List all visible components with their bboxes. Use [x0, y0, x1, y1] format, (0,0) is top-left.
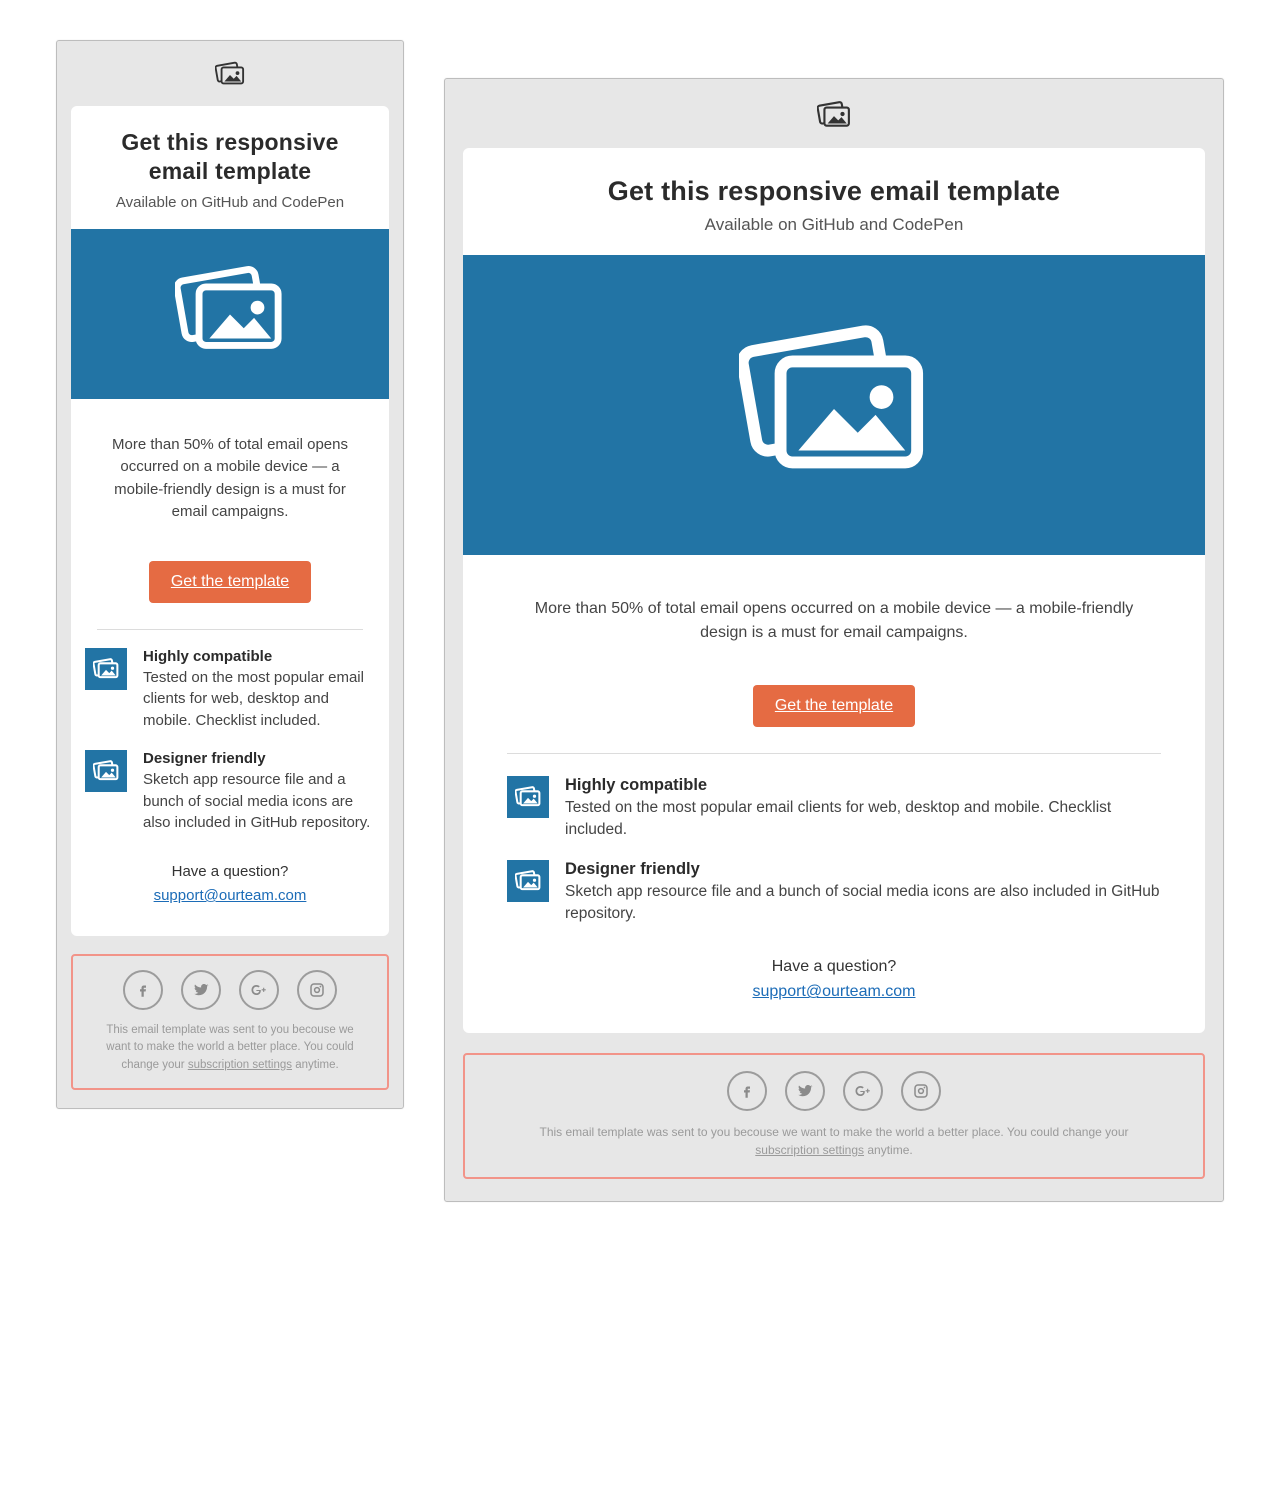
google-plus-icon[interactable]: [239, 970, 279, 1010]
photo-stack-icon: [739, 323, 929, 488]
lead-text: More than 50% of total email opens occur…: [71, 414, 389, 538]
title: Get this responsive email template: [93, 128, 367, 186]
photo-stack-icon: [817, 101, 851, 134]
feature-title: Designer friendly: [565, 860, 1161, 879]
twitter-icon[interactable]: [181, 970, 221, 1010]
footer-disclaimer: This email template was sent to you beco…: [98, 1022, 363, 1074]
photo-stack-icon: [175, 265, 285, 362]
feature-item: Highly compatible Tested on the most pop…: [507, 776, 1161, 842]
feature-item: Designer friendly Sketch app resource fi…: [507, 860, 1161, 926]
desktop-preview: Get this responsive email template Avail…: [444, 78, 1224, 1202]
feature-body: Tested on the most popular email clients…: [565, 797, 1161, 842]
email-card: Get this responsive email template Avail…: [463, 148, 1205, 1033]
support-block: Have a question? support@ourteam.com: [463, 950, 1205, 1033]
disclaimer-post: anytime.: [292, 1059, 339, 1071]
feature-body: Tested on the most popular email clients…: [143, 667, 375, 732]
support-question: Have a question?: [772, 958, 897, 975]
mobile-preview: Get this responsive email template Avail…: [56, 40, 404, 1109]
instagram-icon[interactable]: [901, 1071, 941, 1111]
instagram-icon[interactable]: [297, 970, 337, 1010]
card-header: Get this responsive email template Avail…: [463, 148, 1205, 255]
support-email-link[interactable]: support@ourteam.com: [154, 887, 307, 904]
email-card: Get this responsive email template Avail…: [71, 106, 389, 936]
feature-title: Designer friendly: [143, 750, 375, 767]
feature-list: Highly compatible Tested on the most pop…: [463, 754, 1205, 950]
email-footer: This email template was sent to you beco…: [71, 954, 389, 1090]
logo-row: [71, 55, 389, 106]
subtitle: Available on GitHub and CodePen: [493, 215, 1175, 235]
email-footer: This email template was sent to you beco…: [463, 1053, 1205, 1179]
feature-title: Highly compatible: [565, 776, 1161, 795]
twitter-icon[interactable]: [785, 1071, 825, 1111]
feature-item: Designer friendly Sketch app resource fi…: [85, 750, 375, 834]
support-email-link[interactable]: support@ourteam.com: [753, 983, 916, 1000]
title: Get this responsive email template: [493, 176, 1175, 207]
feature-body: Sketch app resource file and a bunch of …: [565, 881, 1161, 926]
facebook-icon[interactable]: [123, 970, 163, 1010]
subscription-settings-link[interactable]: subscription settings: [755, 1143, 864, 1157]
photo-stack-icon: [507, 776, 549, 818]
social-row: [483, 1071, 1185, 1111]
disclaimer-post: anytime.: [864, 1143, 913, 1157]
support-question: Have a question?: [172, 863, 289, 880]
cta-button[interactable]: Get the template: [753, 685, 915, 727]
feature-title: Highly compatible: [143, 648, 375, 665]
footer-disclaimer: This email template was sent to you beco…: [518, 1123, 1150, 1159]
feature-body: Sketch app resource file and a bunch of …: [143, 769, 375, 834]
google-plus-icon[interactable]: [843, 1071, 883, 1111]
hero-image: [71, 229, 389, 399]
card-header: Get this responsive email template Avail…: [71, 106, 389, 229]
subtitle: Available on GitHub and CodePen: [93, 194, 367, 211]
cta-button[interactable]: Get the template: [149, 561, 311, 603]
support-block: Have a question? support@ourteam.com: [71, 856, 389, 936]
logo-row: [463, 95, 1205, 148]
photo-stack-icon: [507, 860, 549, 902]
disclaimer-pre: This email template was sent to you beco…: [539, 1125, 1128, 1139]
hero-image: [463, 255, 1205, 555]
feature-list: Highly compatible Tested on the most pop…: [71, 630, 389, 857]
photo-stack-icon: [85, 750, 127, 792]
social-row: [83, 970, 377, 1010]
feature-item: Highly compatible Tested on the most pop…: [85, 648, 375, 732]
subscription-settings-link[interactable]: subscription settings: [188, 1059, 292, 1071]
photo-stack-icon: [85, 648, 127, 690]
facebook-icon[interactable]: [727, 1071, 767, 1111]
photo-stack-icon: [215, 61, 245, 92]
lead-text: More than 50% of total email opens occur…: [463, 571, 1205, 661]
